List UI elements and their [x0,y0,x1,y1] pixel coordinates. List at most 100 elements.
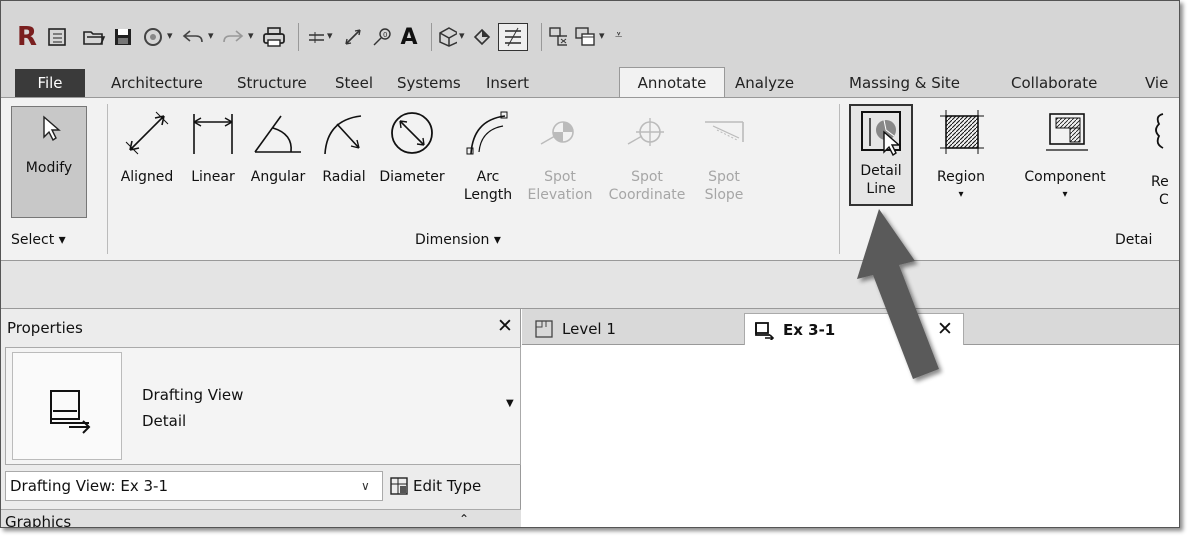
tab-view[interactable]: Vie [1141,70,1172,97]
detail-component-icon [1046,113,1088,151]
spot-slope-button[interactable]: Spot Slope [695,108,753,204]
instance-filter-select[interactable]: Drafting View: Ex 3-1 [5,471,383,501]
sync-dropdown-icon[interactable]: ▾ [167,29,173,42]
ribbon-tab-bar: File Architecture Structure Steel System… [1,65,1179,98]
select-panel-label[interactable]: Select ▾ [11,232,66,248]
modify-button[interactable]: Modify [11,106,87,218]
type-family-name: Drafting View [142,386,244,404]
angular-dimension-icon [254,115,301,153]
tab-massing-site[interactable]: Massing & Site [845,70,964,97]
diameter-dimension-button[interactable]: Diameter [375,108,449,186]
close-icon[interactable]: ✕ [497,315,513,337]
spot-slope-label-1: Spot [708,169,740,185]
chevron-down-icon[interactable]: ▼ [506,398,514,409]
tab-structure[interactable]: Structure [233,70,311,97]
arc-length-icon [466,111,508,155]
3d-view-dropdown-icon[interactable]: ▾ [459,29,465,42]
revit-logo-icon[interactable]: R [15,22,39,52]
redo-icon[interactable] [221,23,245,51]
spot-slope-label-2: Slope [704,187,744,203]
save-icon[interactable] [111,23,135,51]
quick-access-toolbar: R ▾ ▾ ▾ ▾ 0 A ▾ ▾ ⩡ [1,1,1179,65]
edit-type-icon [390,477,408,495]
spot-elevation-icon [540,121,574,145]
options-bar [1,261,1179,309]
radial-label: Radial [322,169,366,185]
panel-separator [107,104,108,254]
type-selector[interactable]: Drafting View Detail ▼ [5,347,521,465]
modify-label: Modify [25,160,73,176]
switch-windows-icon[interactable] [573,23,597,51]
switch-windows-dropdown-icon[interactable]: ▾ [599,29,605,42]
diameter-label: Diameter [379,169,445,185]
floor-plan-icon [535,320,553,338]
detail-line-button[interactable]: Detail Line [849,104,913,206]
angular-dimension-button[interactable]: Angular [245,108,311,186]
callout-arrow [857,209,939,379]
spot-coordinate-label-1: Spot [631,169,663,185]
ribbon-panel: Modify Select ▾ Aligned Linear Angular R… [1,97,1179,261]
spot-coordinate-button[interactable]: Spot Coordinate [601,108,693,204]
arc-length-dimension-button[interactable]: Arc Length [457,108,519,204]
detail-panel-label[interactable]: Detai [1115,232,1152,248]
spot-elevation-button[interactable]: Spot Elevation [521,108,599,204]
tab-architecture[interactable]: Architecture [107,70,207,97]
cursor-arrow-icon [43,115,61,142]
tab-insert[interactable]: Insert [482,70,533,97]
tab-steel[interactable]: Steel [331,70,377,97]
tab-level-1[interactable]: Level 1 [526,313,736,345]
close-hidden-icon[interactable] [541,23,567,51]
dimension-panel-label[interactable]: Dimension ▾ [415,232,501,248]
angular-label: Angular [250,169,306,185]
drafting-view-type-icon [12,352,122,460]
redo-dropdown-icon[interactable]: ▾ [248,29,254,42]
sync-icon[interactable] [141,23,165,51]
open-recent-icon[interactable] [45,23,69,51]
text-icon[interactable]: A [399,23,419,51]
tab-file[interactable]: File [15,69,85,97]
drafting-view-icon [755,321,775,340]
thin-lines-icon[interactable] [498,23,528,51]
edit-type-label: Edit Type [413,477,482,495]
graphics-section-header[interactable]: Graphics ⌃ [1,509,521,527]
section-icon[interactable] [471,23,493,51]
detail-line-icon [861,111,901,156]
region-icon [940,110,984,154]
component-button[interactable]: Component ▾ [1011,108,1119,204]
tab-annotate[interactable]: Annotate [619,67,725,98]
radial-dimension-icon [324,115,362,155]
measure-icon[interactable] [298,23,324,51]
edit-type-button[interactable]: Edit Type [389,471,517,501]
spot-slope-icon [705,121,744,142]
revision-cloud-button[interactable]: Re C [1151,108,1179,209]
aligned-dimension-button[interactable]: Aligned [115,108,179,186]
customize-icon[interactable]: ⩡ [615,28,622,43]
aligned-label: Aligned [120,169,174,185]
svg-text:0: 0 [383,31,387,39]
tab-analyze[interactable]: Analyze [731,70,798,97]
undo-dropdown-icon[interactable]: ▾ [208,29,214,42]
revision-cloud-label-2: C [1159,192,1169,208]
tab-collaborate[interactable]: Collaborate [1007,70,1101,97]
spot-coordinate-label-2: Coordinate [608,187,686,203]
collapse-icon[interactable]: ⌃ [459,512,469,526]
tab-level-1-label: Level 1 [562,320,616,338]
linear-dimension-button[interactable]: Linear [185,108,241,186]
region-button[interactable]: Region ▾ [923,108,999,204]
aligned-dimension-icon[interactable] [341,23,365,51]
undo-icon[interactable] [181,23,205,51]
spot-coordinate-icon [627,118,664,146]
revit-window: R ▾ ▾ ▾ ▾ 0 A ▾ ▾ ⩡ File Architecture St… [0,0,1180,528]
component-label: Component [1024,169,1106,185]
measure-dropdown-icon[interactable]: ▾ [327,29,333,42]
type-name: Detail [142,412,187,430]
radial-dimension-button[interactable]: Radial [315,108,373,186]
component-dropdown-icon[interactable]: ▾ [1011,186,1119,204]
chevron-down-icon[interactable]: ∨ [361,479,370,493]
print-icon[interactable] [261,23,287,51]
detail-line-label-2: Line [866,181,896,197]
open-icon[interactable] [81,23,107,51]
tab-systems[interactable]: Systems [393,70,465,97]
3d-view-icon[interactable] [431,23,457,51]
tag-icon[interactable]: 0 [371,23,393,51]
